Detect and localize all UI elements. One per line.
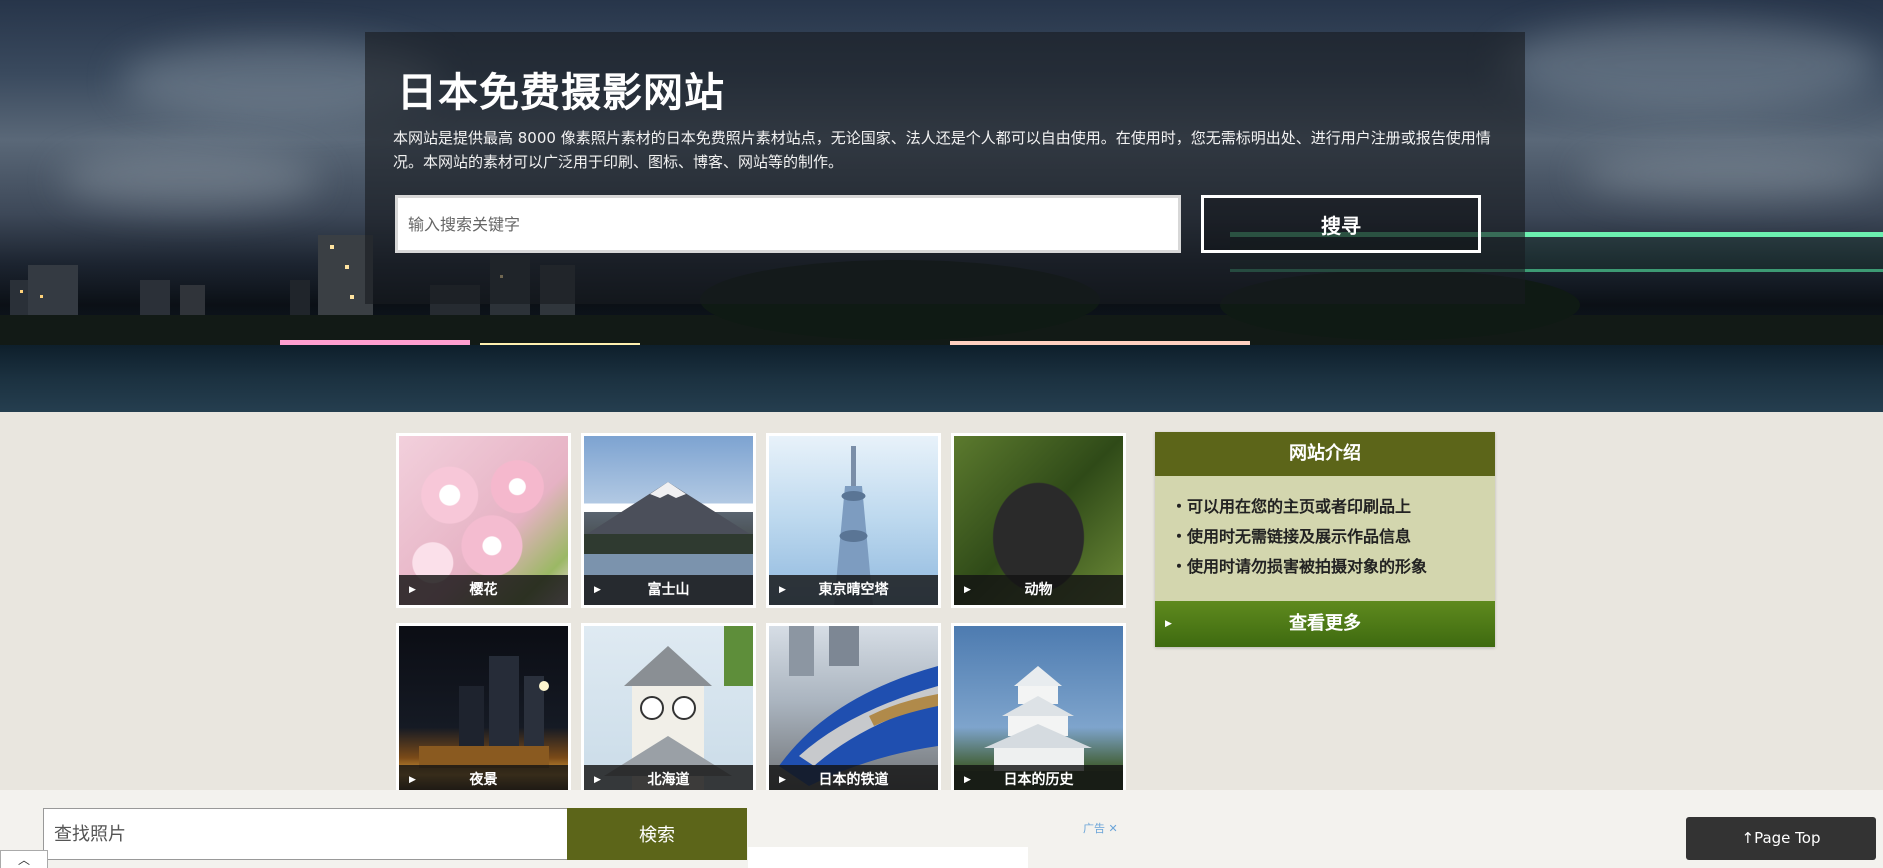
search-input[interactable] [395, 195, 1181, 253]
hero-overlay: 日本免费摄影网站 本网站是提供最高 8000 像素照片素材的日本免费照片素材站点… [365, 32, 1525, 304]
chevron-up-icon[interactable]: ︿ [0, 850, 48, 868]
bottom-search-bar: 検索 广告 ✕ [0, 790, 1883, 868]
site-intro-title: 网站介绍 [1155, 432, 1495, 476]
list-item: 使用时无需链接及展示作品信息 [1171, 522, 1479, 552]
site-intro-panel: 网站介绍 可以用在您的主页或者印刷品上 使用时无需链接及展示作品信息 使用时请勿… [1155, 432, 1495, 647]
category-tile-railway[interactable]: ▶ 日本的铁道 [766, 623, 941, 798]
category-tile-skytree[interactable]: ▶ 東京晴空塔 [766, 433, 941, 608]
triangle-icon: ▶ [409, 585, 416, 595]
page-title: 日本免费摄影网站 [397, 70, 725, 116]
site-intro-list: 可以用在您的主页或者印刷品上 使用时无需链接及展示作品信息 使用时请勿损害被拍摄… [1155, 476, 1495, 582]
hero-banner: 日本免费摄影网站 本网站是提供最高 8000 像素照片素材的日本免费照片素材站点… [0, 0, 1883, 412]
category-tile-night-view[interactable]: ▶ 夜景 [396, 623, 571, 798]
category-label: ▶ 樱花 [399, 575, 568, 605]
list-item: 使用时请勿损害被拍摄对象的形象 [1171, 552, 1479, 582]
triangle-icon: ▶ [1165, 619, 1172, 629]
site-description: 本网站是提供最高 8000 像素照片素材的日本免费照片素材站点，无论国家、法人还… [393, 129, 1491, 171]
category-tile-animals[interactable]: ▶ 动物 [951, 433, 1126, 608]
photo-search-button[interactable]: 検索 [567, 808, 747, 860]
triangle-icon: ▶ [964, 585, 971, 595]
ad-banner[interactable] [748, 847, 1028, 868]
water-image [0, 345, 1883, 412]
search-button[interactable]: 搜寻 [1201, 195, 1481, 253]
page-top-button[interactable]: ↑Page Top [1686, 817, 1876, 860]
triangle-icon: ▶ [594, 585, 601, 595]
category-tile-sakura[interactable]: ▶ 樱花 [396, 433, 571, 608]
ad-close-label[interactable]: 广告 ✕ [1083, 820, 1118, 836]
triangle-icon: ▶ [779, 585, 786, 595]
category-label: ▶ 富士山 [584, 575, 753, 605]
view-more-button[interactable]: ▶ 查看更多 [1155, 601, 1495, 647]
category-tile-hokkaido[interactable]: ▶ 北海道 [581, 623, 756, 798]
category-tile-fuji[interactable]: ▶ 富士山 [581, 433, 756, 608]
list-item: 可以用在您的主页或者印刷品上 [1171, 492, 1479, 522]
category-label: ▶ 東京晴空塔 [769, 575, 938, 605]
category-label: ▶ 动物 [954, 575, 1123, 605]
category-tile-history[interactable]: ▶ 日本的历史 [951, 623, 1126, 798]
photo-search-input[interactable] [43, 808, 568, 860]
view-more-label: 查看更多 [1289, 613, 1361, 634]
